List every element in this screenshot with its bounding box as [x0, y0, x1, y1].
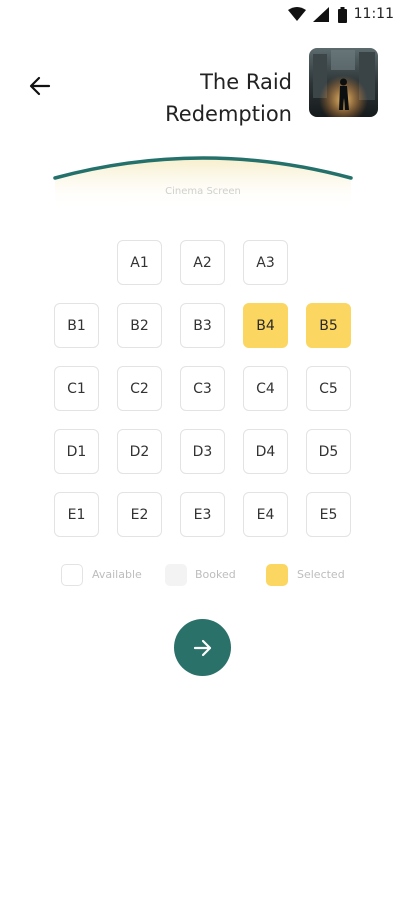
cinema-screen: Cinema Screen	[52, 140, 354, 210]
legend-booked-swatch	[165, 564, 187, 586]
seat-a3[interactable]: A3	[243, 240, 288, 285]
seat-e5[interactable]: E5	[306, 492, 351, 537]
seat-e1[interactable]: E1	[54, 492, 99, 537]
movie-title: The Raid Redemption	[92, 66, 292, 130]
seat-b5[interactable]: B5	[306, 303, 351, 348]
seat-c1[interactable]: C1	[54, 366, 99, 411]
screen-label: Cinema Screen	[165, 186, 241, 197]
legend-available-label: Available	[92, 568, 142, 581]
seat-d4[interactable]: D4	[243, 429, 288, 474]
movie-title-line1: The Raid	[200, 70, 292, 94]
arrow-left-icon	[29, 76, 51, 96]
next-button[interactable]	[174, 619, 231, 676]
seat-c2[interactable]: C2	[117, 366, 162, 411]
seat-b4[interactable]: B4	[243, 303, 288, 348]
signal-icon	[313, 7, 329, 22]
seat-c3[interactable]: C3	[180, 366, 225, 411]
legend-available-swatch	[61, 564, 83, 586]
status-bar: 11:11	[0, 0, 404, 30]
legend-selected-label: Selected	[297, 568, 345, 581]
seat-d5[interactable]: D5	[306, 429, 351, 474]
movie-poster	[309, 48, 378, 117]
seat-d2[interactable]: D2	[117, 429, 162, 474]
seat-e4[interactable]: E4	[243, 492, 288, 537]
seat-c4[interactable]: C4	[243, 366, 288, 411]
legend-selected-swatch	[266, 564, 288, 586]
movie-title-line2: Redemption	[165, 102, 292, 126]
seat-b3[interactable]: B3	[180, 303, 225, 348]
arrow-right-icon	[193, 639, 211, 656]
back-button[interactable]	[22, 68, 58, 104]
legend-booked-label: Booked	[195, 568, 236, 581]
wifi-icon	[288, 7, 306, 21]
seat-a1[interactable]: A1	[117, 240, 162, 285]
seat-e3[interactable]: E3	[180, 492, 225, 537]
seat-d1[interactable]: D1	[54, 429, 99, 474]
screen-arc	[53, 156, 353, 210]
seat-a2[interactable]: A2	[180, 240, 225, 285]
battery-icon	[338, 7, 347, 23]
seat-b2[interactable]: B2	[117, 303, 162, 348]
seat-c5[interactable]: C5	[306, 366, 351, 411]
seat-d3[interactable]: D3	[180, 429, 225, 474]
seat-b1[interactable]: B1	[54, 303, 99, 348]
status-time: 11:11	[353, 6, 394, 22]
seat-e2[interactable]: E2	[117, 492, 162, 537]
